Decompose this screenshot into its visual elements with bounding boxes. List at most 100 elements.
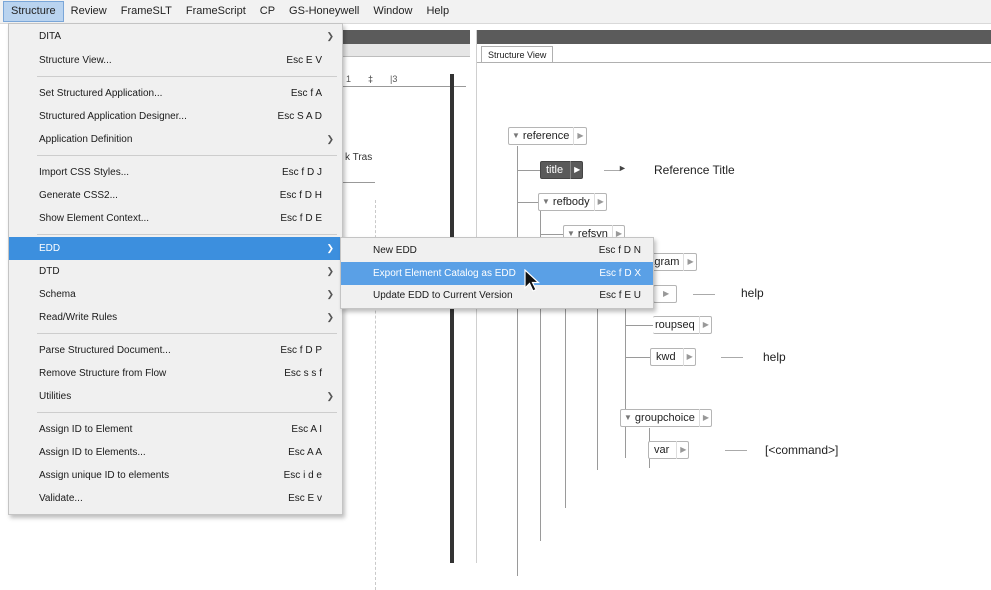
menu-item-set-structured-application[interactable]: Set Structured Application... Esc f A [9,82,342,105]
document-rule [340,182,375,183]
attribute-value: [<command>] [765,443,839,457]
menu-item-label: Utilities [39,391,72,402]
collapse-triangle-icon[interactable]: ▼ [542,193,550,211]
menu-separator [37,333,337,334]
tree-connector [517,170,540,171]
menu-item-parse-structured-document[interactable]: Parse Structured Document... Esc f D P [9,339,342,362]
tree-connector [517,202,540,203]
menu-item-label: Update EDD to Current Version [373,290,513,301]
tree-node-var[interactable]: var ▶ [648,441,690,459]
submenu-arrow-icon: ❯ [326,31,334,41]
menu-item-utilities[interactable]: Utilities ❯ [9,385,342,408]
menu-structure[interactable]: Structure [3,1,64,22]
menu-cp[interactable]: CP [253,2,282,21]
menu-item-shortcut: Esc S A D [277,111,322,122]
menu-item-edd[interactable]: EDD ❯ [9,237,342,260]
menu-item-label: Import CSS Styles... [39,167,130,178]
menu-separator [37,155,337,156]
menu-item-assign-id-to-element[interactable]: Assign ID to Element Esc A I [9,418,342,441]
attribute-toggle-icon[interactable]: ▶ [698,409,709,427]
menu-item-label: Parse Structured Document... [39,345,171,356]
tree-node-refbody[interactable]: ▼ refbody ▶ [538,193,607,211]
menu-item-assign-id-to-elements[interactable]: Assign ID to Elements... Esc A A [9,441,342,464]
menu-item-new-edd[interactable]: New EDD Esc f D N [341,239,653,262]
attribute-value: help [763,350,786,364]
attribute-toggle-icon[interactable]: ▶ [683,253,694,271]
attribute-toggle-icon[interactable]: ▶ [676,441,686,459]
menu-item-assign-unique-id[interactable]: Assign unique ID to elements Esc i d e [9,464,342,487]
menu-gs-honeywell[interactable]: GS-Honeywell [282,2,366,21]
menu-item-remove-structure-from-flow[interactable]: Remove Structure from Flow Esc s s f [9,362,342,385]
tree-connector [625,325,653,326]
menu-item-shortcut: Esc A A [288,447,322,458]
menu-item-export-element-catalog-as-edd[interactable]: Export Element Catalog as EDD Esc f D X [341,262,653,285]
attribute-connector [721,357,743,358]
attribute-toggle-icon[interactable]: ▶ [570,161,580,179]
menu-item-shortcut: Esc i d e [283,470,322,481]
submenu-arrow-icon: ❯ [326,134,334,144]
collapse-triangle-icon[interactable]: ▼ [512,127,520,145]
menu-item-label: Generate CSS2... [39,190,118,201]
menu-item-shortcut: Esc f D E [280,213,322,224]
menu-help[interactable]: Help [419,2,456,21]
attribute-toggle-icon[interactable]: ▶ [660,285,669,303]
tree-node-groupseq[interactable]: roupseq ▶ [653,316,712,334]
menu-item-label: Read/Write Rules [39,312,118,323]
menu-item-schema[interactable]: Schema ❯ [9,283,342,306]
menu-item-structure-view[interactable]: Structure View... Esc E V [9,49,342,72]
tree-node-reference[interactable]: ▼ reference ▶ [508,127,587,145]
menu-item-dita[interactable]: DITA ❯ [9,25,342,48]
collapse-triangle-icon[interactable]: ▼ [624,409,632,427]
menu-window[interactable]: Window [366,2,419,21]
menu-item-generate-css2[interactable]: Generate CSS2... Esc f D H [9,184,342,207]
menu-item-update-edd[interactable]: Update EDD to Current Version Esc f E U [341,284,653,307]
node-label: kwd [656,351,676,363]
menu-item-shortcut: Esc f D H [279,190,322,201]
menu-item-show-element-context[interactable]: Show Element Context... Esc f D E [9,207,342,230]
menu-frameslt[interactable]: FrameSLT [114,2,179,21]
attribute-value: help [741,286,764,300]
menu-item-import-css-styles[interactable]: Import CSS Styles... Esc f D J [9,161,342,184]
menu-item-shortcut: Esc f A [290,88,322,99]
edd-submenu: New EDD Esc f D N Export Element Catalog… [340,237,654,309]
menu-item-label: New EDD [373,245,417,256]
tree-connector [625,357,650,358]
menu-item-shortcut: Esc f E U [599,290,641,301]
menu-framescript[interactable]: FrameScript [179,2,253,21]
node-label: roupseq [655,319,695,331]
menu-review[interactable]: Review [64,2,114,21]
tree-node-hidden[interactable]: ▶ [653,285,677,303]
attribute-connector [693,294,715,295]
ruler-tab-marker: ‡ [368,74,374,84]
menu-item-label: Set Structured Application... [39,88,163,99]
node-label: refbody [552,196,590,208]
menu-item-shortcut: Esc f D N [598,245,641,256]
attribute-toggle-icon[interactable]: ▶ [593,193,604,211]
tree-node-kwd[interactable]: kwd ▶ [650,348,696,366]
menu-item-application-definition[interactable]: Application Definition ❯ [9,128,342,151]
menu-item-validate[interactable]: Validate... Esc E v [9,487,342,510]
attribute-toggle-icon[interactable]: ▶ [682,348,693,366]
structure-tree: ▼ reference ▶ title ▶ ► Reference Title … [477,63,991,576]
menu-item-structured-application-designer[interactable]: Structured Application Designer... Esc S… [9,105,342,128]
document-titlebar [340,30,470,44]
menu-item-dtd[interactable]: DTD ❯ [9,260,342,283]
menu-item-label: Structured Application Designer... [39,111,187,122]
attribute-toggle-icon[interactable]: ▶ [573,127,584,145]
tab-structure-view[interactable]: Structure View [481,46,554,63]
menu-item-label: Export Element Catalog as EDD [373,268,516,279]
menu-item-shortcut: Esc f D J [281,167,322,178]
menu-item-label: EDD [39,243,61,254]
document-text-fragment: k Tras [345,152,373,163]
tree-node-groupchoice[interactable]: ▼ groupchoice ▶ [620,409,713,427]
submenu-arrow-icon: ❯ [326,243,334,253]
menu-item-shortcut: Esc A I [291,424,322,435]
tree-node-title[interactable]: title ▶ [540,161,584,179]
menu-item-label: Show Element Context... [39,213,150,224]
attribute-toggle-icon[interactable]: ▶ [698,316,709,334]
node-label: reference [522,130,570,142]
submenu-arrow-icon: ❯ [326,391,334,401]
menu-item-read-write-rules[interactable]: Read/Write Rules ❯ [9,306,342,329]
tree-connector [517,146,518,576]
menu-separator [37,76,337,77]
